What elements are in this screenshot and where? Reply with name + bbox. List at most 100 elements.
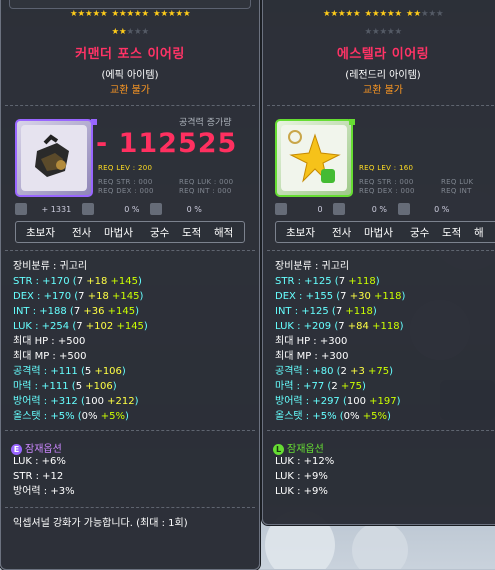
job-thief: 도적 — [442, 227, 462, 239]
divider — [5, 250, 255, 251]
star-icon: ★ — [111, 9, 119, 19]
job-pirate: 해 — [474, 227, 484, 239]
star-icon: ★ — [141, 27, 149, 37]
star-icon: ★ — [337, 9, 346, 19]
job-warrior: 전사 — [72, 227, 92, 239]
success-rate: 0 % — [124, 204, 140, 214]
item-name: 에스텔라 이어링 — [336, 47, 430, 62]
star-icon: ★ — [394, 9, 402, 19]
star-icon: ★ — [92, 9, 100, 19]
divider — [267, 250, 495, 251]
item-flags-row: + 1331 0 % 0 % — [15, 203, 202, 215]
shield-icon — [397, 203, 410, 215]
epic-potential-icon: E — [11, 443, 22, 455]
star-icon: ★ — [379, 9, 387, 19]
job-beginner: 초보자 — [286, 227, 315, 239]
star-icon: ★ — [322, 9, 331, 19]
star-icon: ★ — [364, 9, 372, 19]
req-int: REQ INT — [441, 187, 472, 195]
stat-int: INT : +188 (7 +36 +145) — [13, 306, 140, 317]
star-icon: ★ — [413, 9, 421, 19]
job-requirement-box: 초보자 전사 마법사 궁수 도적 해 — [275, 221, 495, 243]
stat-dex: DEX : +155 (7 +30 +118) — [275, 291, 406, 302]
stat-int: INT : +125 (7 +118) — [275, 306, 377, 317]
req-str: REQ STR : 000 — [359, 178, 414, 186]
star-icon: ★ — [371, 9, 380, 19]
stat-category: 장비분류 : 귀고리 — [13, 261, 88, 272]
protect-rate: 0 % — [186, 204, 202, 214]
item-icon-frame[interactable] — [15, 119, 93, 197]
job-magician: 마법사 — [364, 227, 393, 239]
potential-line: LUK : +9% — [275, 486, 328, 497]
upgrade-value: + 1331 — [41, 204, 72, 214]
star-icon: ★ — [371, 27, 380, 37]
divider — [267, 430, 495, 431]
potential-line: LUK : +9% — [275, 471, 328, 482]
star-icon: ★ — [118, 27, 127, 37]
job-magician: 마법사 — [104, 227, 133, 239]
divider — [267, 105, 495, 106]
req-level: REQ LEV : 200 — [98, 164, 153, 172]
stat-max-mp: 최대 MP : +500 — [13, 351, 87, 362]
star-icon: ★ — [141, 9, 149, 19]
star-icon: ★ — [126, 9, 134, 19]
potential-line: 방어력 : +3% — [13, 486, 75, 497]
stat-category: 장비분류 : 귀고리 — [275, 261, 350, 272]
job-thief: 도적 — [182, 227, 202, 239]
stat-allstat: 올스탯 : +5% (0% +5%) — [275, 411, 391, 422]
shield-icon — [150, 203, 163, 215]
star-icon: ★ — [118, 9, 127, 19]
star-icon: ★ — [111, 27, 119, 37]
upgrade-value: 0 — [317, 204, 323, 214]
grade-corner-marker — [349, 119, 355, 125]
job-archer: 궁수 — [410, 227, 430, 239]
attack-change-value: - 112525 — [96, 128, 238, 159]
scroll-icon — [333, 203, 346, 215]
star-icon: ★ — [379, 27, 387, 37]
item-tooltip-commander-earring: ★★★★★ ★★★★★ ★★★★★ ★★★★★ 커맨더 포스 이어링 (에픽 아이템… — [0, 0, 260, 570]
stat-attack: 공격력 : +80 (2 +3 +75) — [275, 366, 394, 377]
req-luk: REQ LUK — [441, 178, 474, 186]
tooltip-frame-top — [9, 0, 251, 9]
req-dex: REQ DEX : 000 — [359, 187, 415, 195]
potential-header: E 잠재옵션 — [11, 440, 62, 455]
item-grade: (레전드리 아이템) — [345, 70, 421, 81]
scroll-icon — [81, 203, 94, 215]
stat-max-hp: 최대 HP : +500 — [13, 336, 86, 347]
starforce-stars-row2: ★★★★★ — [263, 27, 495, 37]
star-icon: ★ — [420, 9, 429, 19]
star-icon: ★ — [345, 9, 353, 19]
stat-defense: 방어력 : +312 (100 +212) — [13, 396, 139, 407]
legendary-potential-icon: L — [273, 443, 284, 455]
star-icon: ★ — [435, 9, 444, 19]
hammer-icon — [15, 203, 27, 215]
star-icon: ★ — [386, 9, 395, 19]
divider — [5, 105, 255, 106]
divider — [5, 507, 255, 508]
stat-max-mp: 최대 MP : +300 — [275, 351, 349, 362]
star-icon: ★ — [69, 9, 78, 19]
job-pirate: 해적 — [214, 227, 234, 239]
potential-line: LUK : +6% — [13, 456, 66, 467]
stat-str: STR : +170 (7 +18 +145) — [13, 276, 142, 287]
item-tooltip-estella-earring: ★★★★★ ★★★★★ ★★★★★ ★★★★★ 에스텔라 이어링 (레전드리 아이템… — [262, 0, 495, 525]
hammer-icon — [275, 203, 287, 215]
item-grade: (에픽 아이템) — [101, 70, 159, 81]
trade-status: 교환 불가 — [363, 85, 403, 96]
star-icon: ★ — [152, 9, 161, 19]
star-icon: ★ — [386, 27, 395, 37]
stat-str: STR : +125 (7 +118) — [275, 276, 380, 287]
stat-magic: 마력 : +77 (2 +75) — [275, 381, 366, 392]
star-icon: ★ — [364, 27, 372, 37]
stat-luk: LUK : +209 (7 +84 +118) — [275, 321, 404, 332]
job-archer: 궁수 — [150, 227, 170, 239]
exceptional-note: 익셉셔널 강화가 가능합니다. (최대 : 1회) — [13, 518, 188, 529]
stat-magic: 마력 : +111 (5 +106) — [13, 381, 117, 392]
item-icon-frame[interactable] — [275, 119, 353, 197]
grade-corner-marker — [91, 119, 97, 125]
star-icon: ★ — [394, 27, 402, 37]
star-icon: ★ — [133, 27, 142, 37]
req-level: REQ LEV : 160 — [359, 164, 414, 172]
req-luk: REQ LUK : 000 — [179, 178, 234, 186]
stat-attack: 공격력 : +111 (5 +106) — [13, 366, 126, 377]
